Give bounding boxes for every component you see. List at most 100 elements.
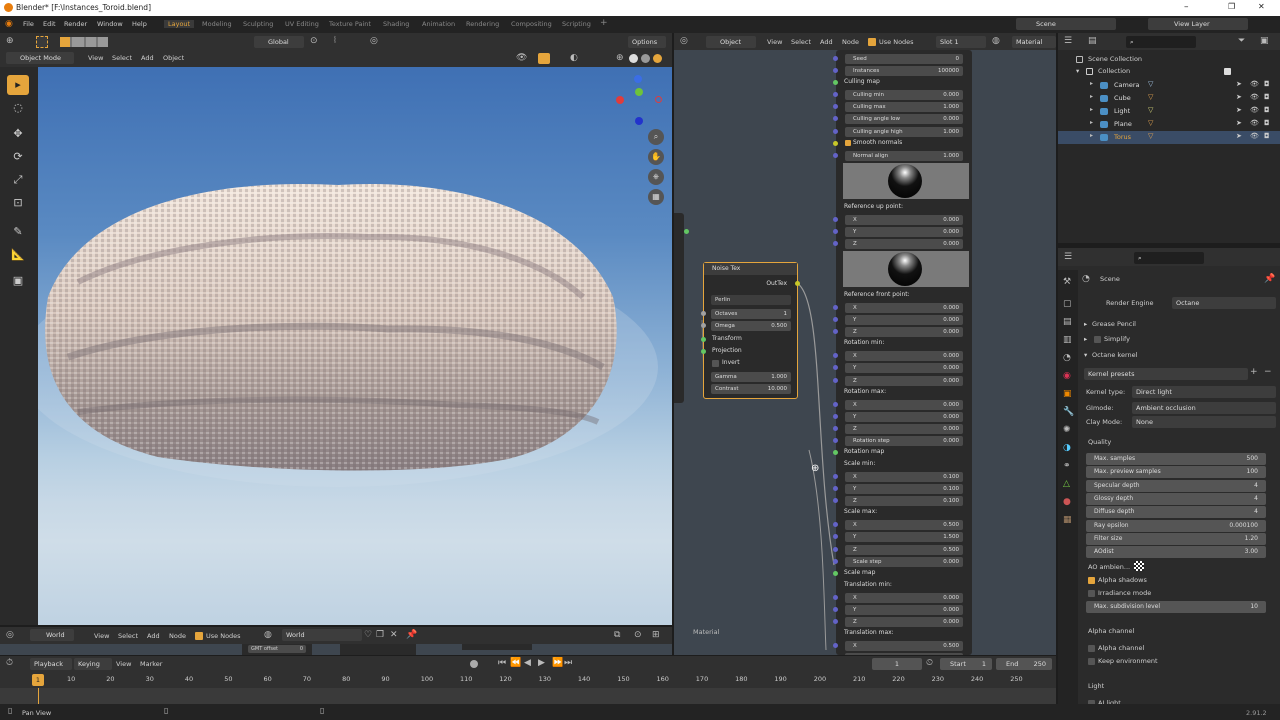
scatter-input-socket[interactable] bbox=[833, 522, 838, 528]
quality-field[interactable]: Glossy depth 4 bbox=[1086, 492, 1266, 505]
viewport-menu-add[interactable]: Add bbox=[141, 54, 154, 62]
end-frame-field[interactable]: End 250 bbox=[996, 658, 1052, 670]
scatter-input-socket[interactable] bbox=[833, 450, 838, 455]
outliner-item-torus[interactable]: ▸ Torus ▽ ➤ 👁 ◘ bbox=[1058, 131, 1280, 144]
move-tool-icon[interactable]: ✥ bbox=[7, 124, 29, 144]
scatter-input-socket[interactable] bbox=[833, 558, 838, 564]
scatter-input-socket[interactable] bbox=[833, 546, 838, 552]
noise-invert-checkbox[interactable] bbox=[712, 360, 719, 367]
world-menu-node[interactable]: Node bbox=[169, 632, 186, 640]
eye-icon[interactable]: 👁 bbox=[1250, 106, 1259, 114]
object-tab-icon[interactable]: ▣ bbox=[1063, 388, 1072, 400]
tab-compositing[interactable]: Compositing bbox=[511, 20, 552, 28]
camera-render-icon[interactable]: ◘ bbox=[1264, 119, 1270, 127]
scatter-field[interactable]: Y 0.000 bbox=[845, 604, 963, 615]
data-icon[interactable]: ▽ bbox=[1148, 119, 1153, 127]
start-frame-field[interactable]: Start 1 bbox=[940, 658, 992, 670]
play-reverse-icon[interactable]: ◀ bbox=[524, 657, 531, 669]
expand-icon[interactable]: ▸ bbox=[1090, 106, 1093, 113]
timeline-menu-marker[interactable]: Marker bbox=[140, 660, 162, 668]
play-icon[interactable]: ▶ bbox=[538, 657, 545, 669]
smooth-normals-checkbox[interactable] bbox=[845, 139, 851, 146]
noise-contrast-field[interactable]: Contrast 10.000 bbox=[711, 384, 791, 394]
nav-gizmo-y-icon[interactable] bbox=[635, 88, 643, 96]
scatter-input-socket[interactable] bbox=[833, 317, 838, 323]
current-frame-field[interactable]: 1 bbox=[872, 658, 922, 670]
scatter-input-socket[interactable] bbox=[833, 305, 838, 310]
scatter-field[interactable]: X 0.000 bbox=[845, 214, 963, 225]
jump-start-icon[interactable]: ⏮ bbox=[498, 657, 506, 669]
backdrop-icon[interactable]: ⧉ bbox=[614, 629, 620, 641]
filter-icon[interactable]: ⏷ bbox=[1238, 35, 1245, 47]
scatter-field[interactable]: Instances 100000 bbox=[845, 66, 963, 77]
camera-view-icon[interactable]: ⎈ bbox=[648, 169, 664, 185]
scatter-input-socket[interactable] bbox=[833, 353, 838, 359]
blender-menu-icon[interactable]: ◉ bbox=[5, 18, 13, 30]
scatter-field[interactable]: Z 0.500 bbox=[845, 544, 963, 555]
next-keyframe-icon[interactable]: ⏩ bbox=[552, 657, 563, 669]
options-dropdown[interactable]: Options bbox=[628, 36, 666, 48]
simplify-panel[interactable]: Simplify bbox=[1104, 335, 1130, 343]
scene-selector[interactable]: Scene bbox=[1016, 18, 1116, 30]
scatter-field[interactable]: Z 0.000 bbox=[845, 327, 963, 338]
ao-texture-icon[interactable] bbox=[1134, 561, 1144, 571]
maximize-button[interactable]: ❐ bbox=[1228, 2, 1235, 11]
object-mode-dropdown[interactable]: Object Mode bbox=[6, 52, 74, 64]
world-name-field[interactable]: World bbox=[282, 629, 362, 641]
world-editor-type-icon[interactable]: ◎ bbox=[6, 629, 14, 641]
outliner-item-light[interactable]: ▸ Light ▽ ➤ 👁 ◘ bbox=[1058, 105, 1280, 118]
scatter-input-socket[interactable] bbox=[833, 140, 838, 146]
quality-field[interactable]: Specular depth 4 bbox=[1086, 479, 1266, 492]
scatter-field[interactable]: Rotation step 0.000 bbox=[845, 435, 963, 446]
tab-scripting[interactable]: Scripting bbox=[562, 20, 591, 28]
pin-world-icon[interactable]: 📌 bbox=[406, 629, 417, 641]
camera-render-icon[interactable]: ◘ bbox=[1264, 106, 1270, 114]
scatter-input-socket[interactable] bbox=[833, 80, 838, 86]
minimize-button[interactable]: – bbox=[1184, 2, 1189, 12]
menu-render[interactable]: Render bbox=[64, 20, 87, 28]
zoom-icon[interactable]: ⌕ bbox=[648, 129, 664, 145]
add-preset-icon[interactable]: + bbox=[1250, 366, 1258, 378]
simplify-checkbox[interactable] bbox=[1094, 336, 1101, 343]
scatter-field[interactable]: Seed 0 bbox=[845, 54, 963, 64]
pivot-icon[interactable]: ⊙ bbox=[310, 35, 318, 47]
noise-texture-node[interactable]: Noise Tex OutTex Perlin Octaves 1 Omega 0.… bbox=[701, 262, 800, 399]
scatter-input-socket[interactable] bbox=[833, 425, 838, 431]
direction-sphere-widget[interactable] bbox=[843, 251, 969, 287]
camera-render-icon[interactable]: ◘ bbox=[1264, 132, 1270, 140]
quality-field[interactable]: Max. samples 500 bbox=[1086, 453, 1266, 465]
scatter-input-socket[interactable] bbox=[833, 401, 838, 407]
overlay-icon[interactable]: ◐ bbox=[570, 52, 578, 64]
scatter-field[interactable]: Culling angle low 0.000 bbox=[845, 114, 963, 125]
add-cube-tool-icon[interactable]: ▣ bbox=[7, 271, 29, 291]
scatter-input-socket[interactable] bbox=[833, 104, 838, 110]
scatter-input-socket[interactable] bbox=[833, 128, 838, 134]
scatter-field[interactable]: Culling min 0.000 bbox=[845, 90, 963, 101]
camera-render-icon[interactable]: ◘ bbox=[1264, 80, 1270, 88]
eye-icon[interactable]: 👁 bbox=[1250, 93, 1259, 101]
menu-file[interactable]: File bbox=[23, 20, 34, 28]
node-menu-view[interactable]: View bbox=[767, 38, 782, 46]
playhead-marker[interactable]: 1 bbox=[32, 674, 44, 686]
node-menu-select[interactable]: Select bbox=[791, 38, 811, 46]
perspective-toggle-icon[interactable]: ▦ bbox=[648, 189, 664, 205]
scatter-field[interactable]: X 0.000 bbox=[845, 303, 963, 313]
noise-gamma-field[interactable]: Gamma 1.000 bbox=[711, 372, 791, 382]
scatter-field[interactable]: Y 0.000 bbox=[845, 411, 963, 422]
menu-window[interactable]: Window bbox=[97, 20, 123, 28]
eye-icon[interactable]: 👁 bbox=[1250, 119, 1259, 127]
scatter-field[interactable]: Culling angle high 1.000 bbox=[845, 126, 963, 137]
output-tab-icon[interactable]: ▤ bbox=[1063, 316, 1072, 328]
partial-node-left[interactable] bbox=[674, 213, 684, 403]
node-overlay-icon[interactable]: ⊞ bbox=[652, 629, 660, 641]
render-engine-dropdown[interactable]: Octane bbox=[1172, 297, 1276, 309]
noise-input-socket[interactable] bbox=[701, 349, 706, 354]
render-tab-icon[interactable]: ▢ bbox=[1063, 298, 1072, 310]
node-menu-node[interactable]: Node bbox=[842, 38, 859, 46]
physics-tab-icon[interactable]: ◑ bbox=[1063, 442, 1071, 454]
fake-user-icon[interactable]: ♡ bbox=[364, 629, 372, 641]
node-editor-type-icon[interactable]: ◎ bbox=[680, 35, 688, 47]
scatter-field[interactable]: X 0.500 bbox=[845, 641, 963, 651]
particles-tab-icon[interactable]: ✺ bbox=[1063, 424, 1071, 436]
quality-subpanel[interactable]: Quality bbox=[1088, 438, 1111, 446]
